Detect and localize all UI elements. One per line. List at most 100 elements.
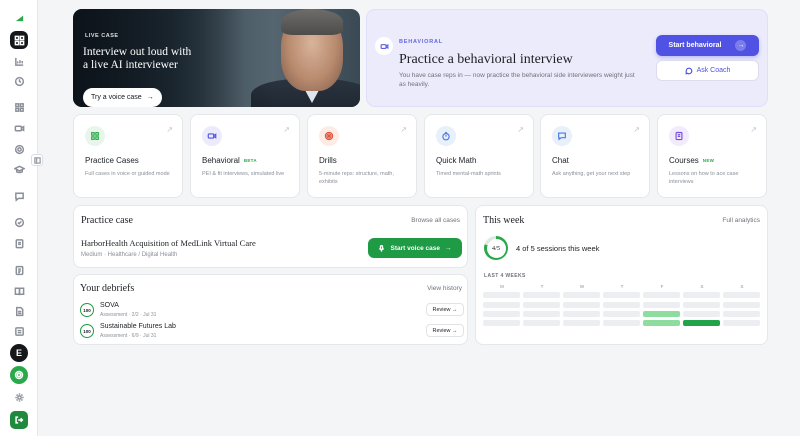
feature-description: PEI & fit interviews, simulated live [202, 171, 285, 177]
behavioral-description: You have case reps in — now practice the… [399, 72, 635, 88]
this-week-title: This week [483, 215, 525, 226]
activity-cell [643, 292, 680, 298]
list-icon[interactable] [10, 322, 28, 340]
arrow-right-icon: → [445, 244, 452, 252]
book-icon [669, 126, 689, 146]
feature-name: Behavioral BETA [202, 156, 257, 165]
arrow-up-right-icon: ↗ [750, 125, 757, 134]
arrow-right-icon: → [146, 94, 154, 101]
feature-badge: BETA [243, 158, 257, 163]
history-icon[interactable] [10, 72, 28, 90]
activity-cell [603, 292, 640, 298]
full-analytics-link[interactable]: Full analytics [722, 217, 760, 224]
gear-icon[interactable] [10, 388, 28, 406]
activity-cell [683, 302, 720, 308]
feature-badge: NEW [702, 158, 715, 163]
day-label: S [740, 284, 744, 289]
ask-coach-button[interactable]: Ask Coach [656, 60, 759, 81]
day-label: F [660, 284, 664, 289]
activity-cell [563, 302, 600, 308]
try-voice-case-button[interactable]: Try a voice case → [83, 88, 162, 107]
feature-description: Lessons on how to ace case interviews [669, 171, 739, 185]
practice-case-title: Practice case [81, 215, 133, 226]
arrow-up-right-icon: ↗ [166, 125, 173, 134]
clipboard-icon[interactable] [10, 234, 28, 252]
activity-cell [563, 320, 600, 326]
feature-card-chat[interactable]: ↗ Chat Ask anything, get your next step [540, 114, 650, 198]
activity-cell [683, 320, 720, 326]
arrow-right-icon: → [735, 40, 747, 51]
clock-icon[interactable] [10, 213, 28, 231]
view-history-link[interactable]: View history [427, 285, 462, 292]
review-button[interactable]: Review → [426, 303, 464, 316]
day-label: T [540, 284, 544, 289]
activity-cell [483, 292, 520, 298]
start-behavioral-button[interactable]: Start behavioral → [656, 35, 759, 56]
file-icon[interactable] [10, 302, 28, 320]
feature-description: Full cases in voice or guided mode [85, 171, 170, 177]
feature-name: Drills [319, 156, 337, 165]
feature-name-text: Behavioral [202, 156, 240, 165]
arrow-up-right-icon: ↗ [633, 125, 640, 134]
logout-icon[interactable] [10, 411, 28, 429]
book-icon[interactable] [10, 282, 28, 300]
feature-name-text: Chat [552, 156, 569, 165]
analytics-icon[interactable] [10, 52, 28, 70]
sessions-progress-ring: 4/5 [484, 236, 508, 260]
dashboard-icon[interactable] [10, 31, 28, 49]
score-ring: 100 [80, 324, 94, 338]
browse-all-cases-link[interactable]: Browse all cases [411, 217, 460, 224]
activity-cell [643, 302, 680, 308]
feature-card-courses[interactable]: ↗ Courses NEW Lessons on how to ace case in… [657, 114, 767, 198]
target-icon [319, 126, 339, 146]
graduation-icon[interactable] [10, 160, 28, 178]
behavioral-title: Practice a behavioral interview [399, 52, 573, 67]
activity-cell [563, 311, 600, 317]
avatar[interactable]: E [10, 344, 28, 362]
try-voice-case-label: Try a voice case [91, 94, 142, 101]
review-button[interactable]: Review → [426, 324, 464, 337]
feature-card-behavioral[interactable]: ↗ Behavioral BETA PEI & fit interviews, sim… [190, 114, 300, 198]
live-case-hero[interactable]: LIVE CASE Interview out loud with a live… [73, 9, 360, 107]
stopwatch-icon [436, 126, 456, 146]
sidebar: E [0, 0, 38, 436]
arrow-up-right-icon: ↗ [517, 125, 524, 134]
logo-icon[interactable] [10, 8, 28, 26]
case-meta: Medium · Healthcare / Digital Health [81, 252, 178, 258]
grid-icon[interactable] [10, 98, 28, 116]
document-icon[interactable] [10, 261, 28, 279]
video-icon[interactable] [10, 119, 28, 137]
activity-cell [723, 292, 760, 298]
feature-name-text: Practice Cases [85, 156, 139, 165]
debriefs-panel: Your debriefs View history 100 SOVA Asse… [73, 274, 468, 345]
settings-gear-icon[interactable] [10, 366, 28, 384]
feature-description: Ask anything, get your next step [552, 171, 631, 177]
activity-cell [483, 320, 520, 326]
activity-cell [523, 311, 560, 317]
target-icon[interactable] [10, 140, 28, 158]
debrief-row: 100 Sustainable Futures Lab Assessment ·… [80, 322, 464, 346]
start-voice-case-label: Start voice case [390, 244, 440, 252]
day-label: M [500, 284, 504, 289]
feature-card-practice-cases[interactable]: ↗ Practice Cases Full cases in voice or gu… [73, 114, 183, 198]
activity-cell [723, 302, 760, 308]
case-name: HarborHealth Acquisition of MedLink Virt… [81, 238, 256, 248]
activity-cell [563, 292, 600, 298]
activity-cell [723, 320, 760, 326]
chat-icon [552, 126, 572, 146]
arrow-up-right-icon: ↗ [283, 125, 290, 134]
activity-cell [523, 320, 560, 326]
chat-icon[interactable] [10, 187, 28, 205]
activity-cell [483, 302, 520, 308]
sidebar-collapse-button[interactable] [31, 154, 43, 166]
activity-cell [523, 302, 560, 308]
feature-name: Courses NEW [669, 156, 714, 165]
feature-card-quick-math[interactable]: ↗ Quick Math Timed mental-math sprints [424, 114, 534, 198]
ask-coach-label: Ask Coach [696, 67, 731, 74]
feature-card-drills[interactable]: ↗ Drills 5-minute reps: structure, math, e… [307, 114, 417, 198]
debrief-name: SOVA [100, 302, 119, 309]
practice-case-panel: Practice case Browse all cases HarborHea… [73, 205, 468, 268]
start-voice-case-button[interactable]: Start voice case → [368, 238, 462, 258]
activity-cell [683, 311, 720, 317]
feature-name: Quick Math [436, 156, 476, 165]
